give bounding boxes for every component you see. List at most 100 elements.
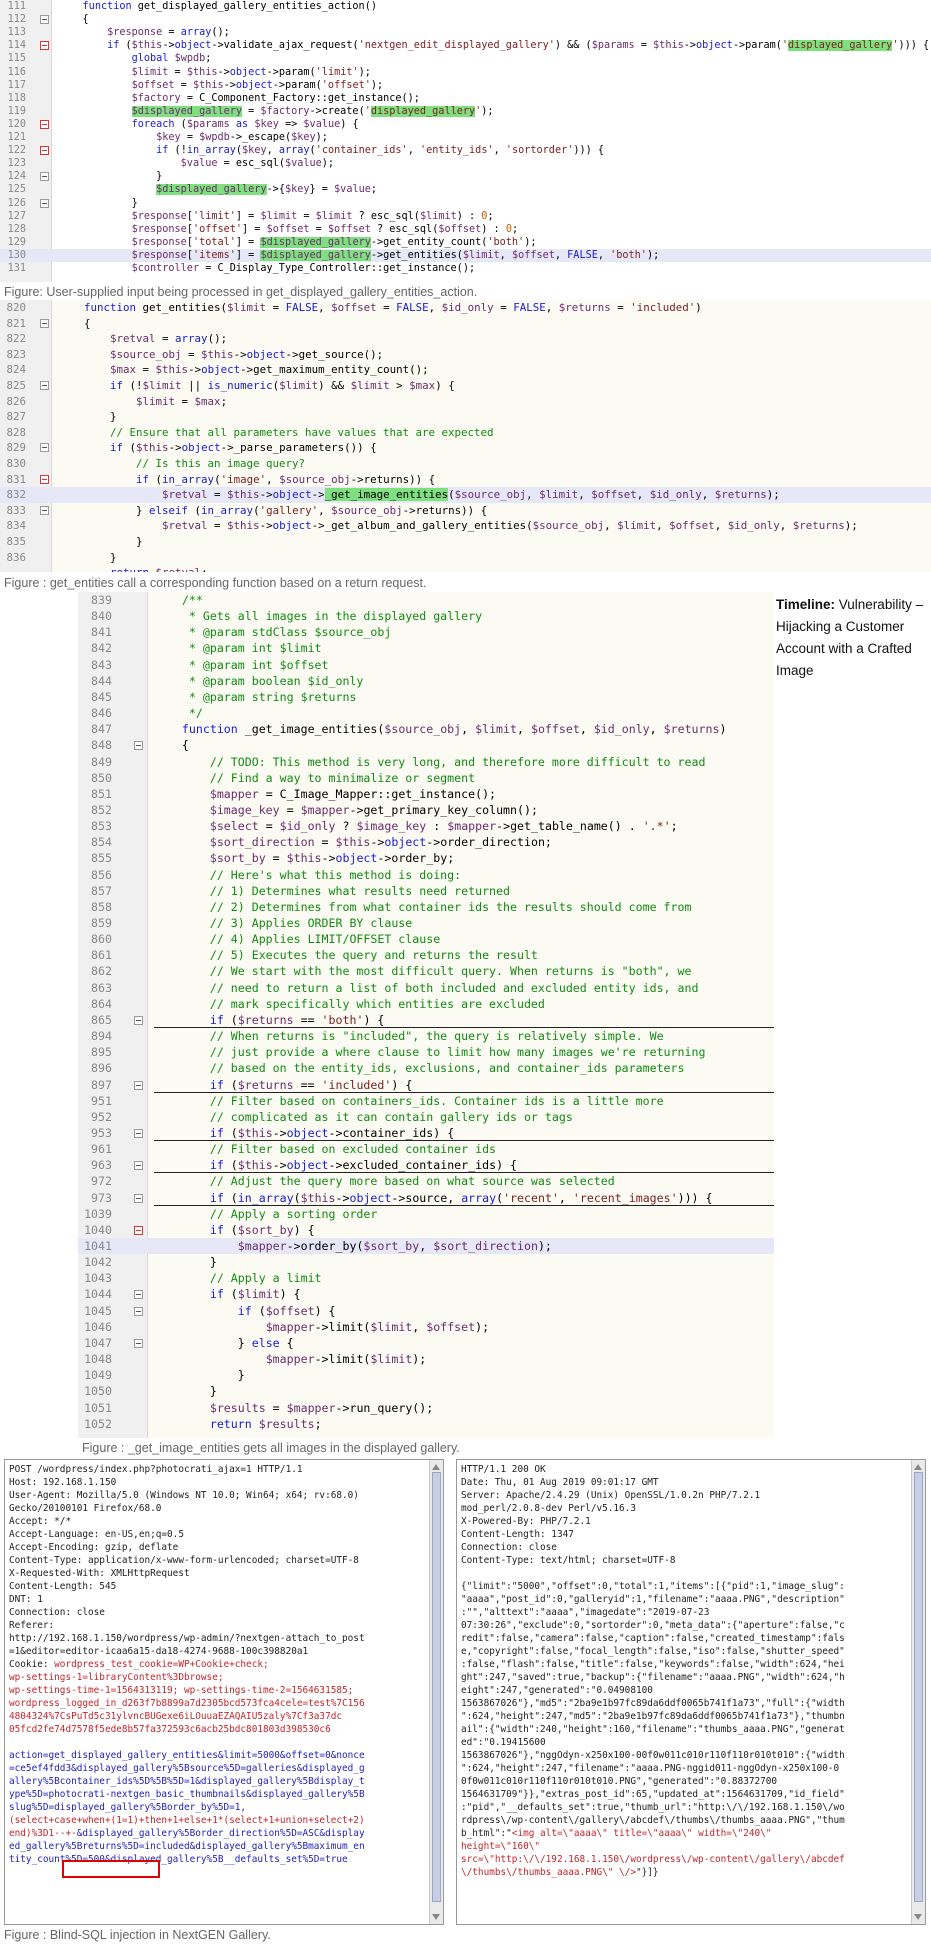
line-number: 127 [7, 210, 26, 222]
line-number: 849 [91, 754, 112, 769]
code-line: 847 function _get_image_entities($source… [78, 721, 774, 737]
line-number: 895 [91, 1045, 112, 1060]
code-line: 863 // need to return a list of both inc… [78, 980, 774, 996]
code-line: 853 $select = $id_only ? $image_key : $m… [78, 818, 774, 834]
fold-toggle-icon[interactable] [40, 443, 49, 453]
fold-toggle-icon[interactable] [40, 41, 49, 51]
line-number: 859 [91, 916, 112, 930]
line-number: 972 [91, 1174, 112, 1189]
line-number: 973 [91, 1190, 112, 1205]
code-line: 895 // just provide a where clause to li… [78, 1044, 774, 1060]
code-line: 849 // TODO: This method is very long, a… [78, 754, 774, 770]
fold-toggle-icon[interactable] [40, 318, 49, 328]
code-line: 1052 return $results; [78, 1416, 774, 1432]
code-line: 129 $response['total'] = $displayed_gall… [0, 236, 931, 249]
code-line: 111 function get_displayed_gallery_entit… [0, 0, 931, 13]
line-number: 823 [6, 347, 26, 361]
code-line: 1051 $results = $mapper->run_query(); [78, 1400, 774, 1416]
line-number: 861 [91, 948, 112, 963]
scroll-down-icon[interactable] [914, 1914, 922, 1920]
code-line: 1048 $mapper->limit($limit); [78, 1351, 774, 1367]
code-line: 117 $offset = $this->object->param('offs… [0, 79, 931, 92]
fold-toggle-icon[interactable] [134, 741, 143, 751]
code-block-get-image-entities: 839 /** 840 * Gets all images in the disp… [78, 592, 774, 1438]
http-response-pane[interactable]: HTTP/1.1 200 OK Date: Thu, 01 Aug 2019 0… [456, 1459, 926, 1925]
code-line: 848 { [78, 737, 774, 753]
fold-toggle-icon[interactable] [40, 505, 49, 515]
code-line: 843 * @param int $offset [78, 657, 774, 673]
line-number: 857 [91, 883, 112, 898]
fold-toggle-icon[interactable] [40, 198, 49, 208]
line-number: 951 [91, 1093, 112, 1108]
line-number: 831 [6, 472, 26, 486]
fold-toggle-icon[interactable] [40, 381, 49, 390]
code-line: 840 * Gets all images in the displayed g… [78, 608, 774, 624]
fold-toggle-icon[interactable] [40, 172, 49, 182]
line-number: 844 [91, 673, 112, 688]
fold-toggle-icon[interactable] [134, 1193, 143, 1203]
line-number: 115 [7, 53, 26, 65]
line-number: 863 [91, 980, 112, 995]
http-request-pane[interactable]: POST /wordpress/index.php?photocrati_aja… [4, 1459, 444, 1925]
line-number: 843 [91, 657, 112, 672]
code-line: 827 } [0, 409, 931, 425]
fold-toggle-icon[interactable] [134, 1225, 143, 1235]
scroll-thumb[interactable] [432, 1472, 441, 1902]
line-number: 1044 [84, 1287, 112, 1302]
fold-toggle-icon[interactable] [134, 1290, 143, 1300]
code-line: 115 global $wpdb; [0, 52, 931, 65]
line-number: 1040 [84, 1222, 112, 1237]
line-number: 846 [91, 706, 112, 721]
code-line: 861 // 5) Executes the query and returns… [78, 947, 774, 963]
line-number: 1045 [84, 1303, 112, 1318]
code-line: 850 // Find a way to minimalize or segme… [78, 770, 774, 786]
code-line: 821 { [0, 316, 931, 332]
code-line: 1045 if ($offset) { [78, 1303, 774, 1319]
code-line: 963 if ($this->object->excluded_containe… [78, 1157, 774, 1173]
scroll-thumb[interactable] [914, 1472, 923, 1902]
fold-toggle-icon[interactable] [40, 146, 49, 156]
fold-toggle-icon[interactable] [134, 1128, 143, 1138]
line-number: 1052 [84, 1416, 112, 1431]
line-number: 835 [6, 535, 26, 548]
line-number: 117 [7, 79, 26, 91]
code-block-get-displayed-gallery-entities: 111 function get_displayed_gallery_entit… [0, 0, 931, 282]
code-line: 828 // Ensure that all parameters have v… [0, 425, 931, 441]
code-line: 1041 $mapper->order_by($sort_by, $sort_d… [78, 1238, 774, 1255]
response-scrollbar[interactable] [911, 1460, 925, 1924]
code-line: 858 // 2) Determines from what container… [78, 899, 774, 915]
fold-toggle-icon[interactable] [134, 1080, 143, 1090]
fold-toggle-icon[interactable] [134, 1338, 143, 1348]
scroll-up-icon[interactable] [914, 1464, 922, 1470]
request-scrollbar[interactable] [429, 1460, 443, 1924]
highlight-box [62, 1860, 160, 1878]
fold-toggle-icon[interactable] [134, 1161, 143, 1171]
line-number: 858 [91, 899, 112, 914]
line-number: 826 [6, 394, 26, 408]
fold-toggle-icon[interactable] [134, 1015, 143, 1025]
code-line: 1040 if ($sort_by) { [78, 1222, 774, 1238]
code-line: 860 // 4) Applies LIMIT/OFFSET clause [78, 931, 774, 947]
code-line: 820 function get_entities($limit = FALSE… [0, 300, 931, 316]
line-number: 124 [7, 171, 26, 183]
line-number: 952 [91, 1109, 112, 1124]
scroll-up-icon[interactable] [432, 1464, 440, 1470]
fold-toggle-icon[interactable] [40, 15, 49, 25]
line-number: 953 [91, 1125, 112, 1140]
fold-toggle-icon[interactable] [40, 474, 49, 484]
figure-caption-1: Figure: User-supplied input being proces… [4, 285, 478, 299]
line-number: 852 [91, 802, 112, 817]
line-number: 854 [91, 835, 112, 850]
line-number: 847 [91, 722, 112, 737]
code-line: 841 * @param stdClass $source_obj [78, 624, 774, 640]
fold-toggle-icon[interactable] [134, 1306, 143, 1316]
scroll-down-icon[interactable] [432, 1914, 440, 1920]
code-line: 953 if ($this->object->container_ids) { [78, 1125, 774, 1141]
code-line: 1044 if ($limit) { [78, 1286, 774, 1302]
code-line: 1047 } else { [78, 1335, 774, 1351]
line-number: 822 [6, 332, 26, 346]
fold-toggle-icon[interactable] [40, 119, 49, 129]
code-line: 1050 } [78, 1383, 774, 1399]
line-number: 864 [91, 996, 112, 1011]
code-line: 832 $retval = $this->object->_get_image_… [0, 487, 931, 503]
